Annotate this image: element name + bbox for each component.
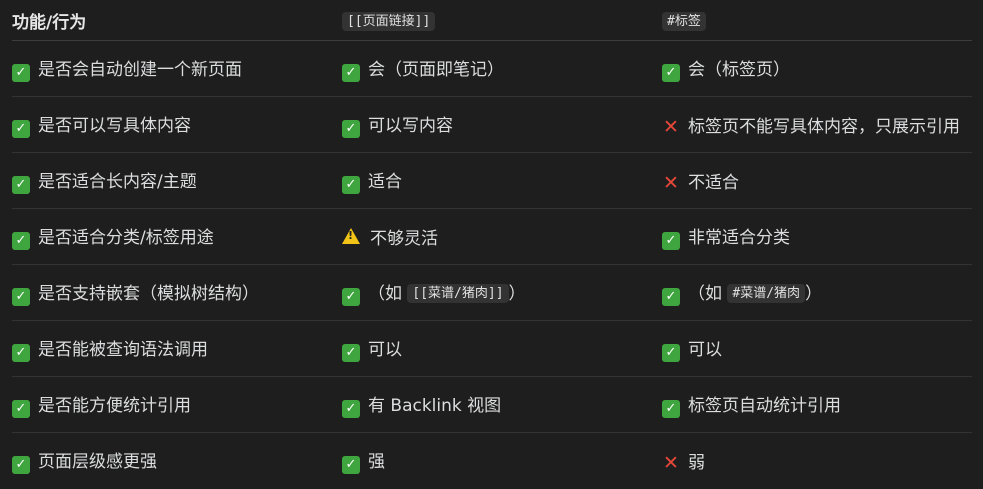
check-icon: ✓: [12, 231, 30, 250]
feature-label: 是否适合长内容/主题: [38, 172, 197, 193]
cell-text: 不适合: [688, 173, 739, 193]
table-row: ✓ 是否支持嵌套（模拟树结构） ✓ （如 [[菜谱/猪肉]]） ✓ （如 #菜谱/猪肉）: [12, 264, 972, 321]
tag-cell: ✕ 弱: [662, 433, 972, 489]
cell-text: 可以: [368, 340, 402, 361]
tag-cell: ✕ 不适合: [662, 152, 972, 209]
table-row: ✓ 页面层级感更强 ✓ 强 ✕ 弱: [12, 433, 972, 489]
check-icon: ✓: [12, 287, 30, 306]
tag-cell: ✓ 非常适合分类: [662, 208, 972, 265]
feature-cell: ✓ 是否可以写具体内容: [12, 96, 342, 153]
feature-label: 页面层级感更强: [38, 452, 157, 473]
check-icon: ✓: [342, 63, 360, 82]
header-tag-code: #标签: [662, 12, 706, 31]
table-row: ✓ 是否适合长内容/主题 ✓ 适合 ✕ 不适合: [12, 152, 972, 209]
cell-text: 不够灵活: [370, 229, 438, 249]
check-icon: ✓: [12, 399, 30, 418]
comparison-table-container: 功能/行为 [[页面链接]] #标签 ✓ 是否会自动创建一个新页面 ✓ 会（页面即笔记…: [0, 0, 983, 489]
page-link-cell: ✓ 适合: [342, 152, 662, 209]
cell-text: 可以: [688, 340, 722, 361]
inline-code: #菜谱/猪肉: [727, 283, 806, 303]
warning-icon: [342, 227, 360, 244]
check-icon: ✓: [12, 455, 30, 474]
header-feature: 功能/行为: [12, 0, 342, 41]
cell-text-suffix: ）: [508, 284, 526, 305]
cell-text: 标签页不能写具体内容，只展示引用: [688, 117, 960, 137]
table-row: ✓ 是否适合分类/标签用途 不够灵活 ✓ 非常适合分类: [12, 208, 972, 265]
cross-icon: ✕: [663, 451, 679, 474]
tag-cell: ✓ 会（标签页）: [662, 40, 972, 97]
check-icon: ✓: [342, 455, 360, 474]
header-tag: #标签: [662, 0, 972, 41]
check-icon: ✓: [662, 343, 680, 362]
check-icon: ✓: [662, 287, 680, 306]
tag-cell: ✓ 可以: [662, 320, 972, 377]
table-header-row: 功能/行为 [[页面链接]] #标签: [12, 0, 972, 41]
page-link-cell: ✓ 会（页面即笔记）: [342, 40, 662, 97]
tag-cell: ✓ 标签页自动统计引用: [662, 376, 972, 433]
cell-text: 会（页面即笔记）: [368, 60, 504, 81]
table-row: ✓ 是否能被查询语法调用 ✓ 可以 ✓ 可以: [12, 320, 972, 377]
cell-text: 标签页自动统计引用: [688, 396, 841, 417]
check-icon: ✓: [342, 399, 360, 418]
cell-text: 强: [368, 452, 385, 473]
check-icon: ✓: [12, 63, 30, 82]
feature-cell: ✓ 是否能方便统计引用: [12, 376, 342, 433]
table-body: ✓ 是否会自动创建一个新页面 ✓ 会（页面即笔记） ✓ 会（标签页） ✓ 是否可以写具体内容 ✓…: [12, 40, 972, 489]
cell-text: （如: [688, 284, 728, 305]
check-icon: ✓: [342, 287, 360, 306]
tag-cell: ✕ 标签页不能写具体内容，只展示引用: [662, 96, 972, 153]
cross-icon: ✕: [663, 115, 679, 138]
feature-label: 是否能方便统计引用: [38, 396, 191, 417]
check-icon: ✓: [662, 63, 680, 82]
cell-text: 会（标签页）: [688, 60, 790, 81]
feature-cell: ✓ 是否会自动创建一个新页面: [12, 40, 342, 97]
check-icon: ✓: [662, 399, 680, 418]
header-page-link: [[页面链接]]: [342, 0, 662, 41]
page-link-cell: ✓ 有 Backlink 视图: [342, 376, 662, 433]
comparison-table: 功能/行为 [[页面链接]] #标签 ✓ 是否会自动创建一个新页面 ✓ 会（页面即笔记…: [12, 0, 972, 488]
feature-label: 是否会自动创建一个新页面: [38, 60, 242, 81]
cell-text: 适合: [368, 172, 402, 193]
check-icon: ✓: [342, 119, 360, 138]
check-icon: ✓: [662, 231, 680, 250]
page-link-cell: ✓ 可以: [342, 320, 662, 377]
feature-label: 是否支持嵌套（模拟树结构）: [38, 284, 259, 305]
page-link-cell: 不够灵活: [342, 208, 662, 265]
feature-label: 是否能被查询语法调用: [38, 340, 208, 361]
check-icon: ✓: [342, 175, 360, 194]
cell-text: 弱: [688, 453, 705, 473]
cell-text-suffix: ）: [805, 284, 823, 305]
feature-label: 是否适合分类/标签用途: [38, 228, 214, 249]
feature-cell: ✓ 是否适合分类/标签用途: [12, 208, 342, 265]
page-link-cell: ✓ 强: [342, 433, 662, 489]
table-row: ✓ 是否能方便统计引用 ✓ 有 Backlink 视图 ✓ 标签页自动统计引用: [12, 376, 972, 433]
page-link-cell: ✓ （如 [[菜谱/猪肉]]）: [342, 264, 662, 321]
feature-label: 是否可以写具体内容: [38, 116, 191, 137]
tag-cell: ✓ （如 #菜谱/猪肉）: [662, 264, 972, 321]
header-page-link-code: [[页面链接]]: [342, 12, 436, 31]
inline-code: [[菜谱/猪肉]]: [407, 283, 509, 303]
cell-text: （如: [368, 284, 408, 305]
table-row: ✓ 是否可以写具体内容 ✓ 可以写内容 ✕ 标签页不能写具体内容，只展示引用: [12, 96, 972, 153]
page-link-cell: ✓ 可以写内容: [342, 96, 662, 153]
feature-cell: ✓ 是否能被查询语法调用: [12, 320, 342, 377]
table-row: ✓ 是否会自动创建一个新页面 ✓ 会（页面即笔记） ✓ 会（标签页）: [12, 40, 972, 97]
check-icon: ✓: [12, 119, 30, 138]
cell-text: 有 Backlink 视图: [368, 396, 502, 417]
cell-text: 非常适合分类: [688, 228, 790, 249]
feature-cell: ✓ 是否支持嵌套（模拟树结构）: [12, 264, 342, 321]
feature-cell: ✓ 页面层级感更强: [12, 433, 342, 489]
check-icon: ✓: [342, 343, 360, 362]
check-icon: ✓: [12, 343, 30, 362]
cross-icon: ✕: [663, 171, 679, 194]
check-icon: ✓: [12, 175, 30, 194]
cell-text: 可以写内容: [368, 116, 453, 137]
feature-cell: ✓ 是否适合长内容/主题: [12, 152, 342, 209]
